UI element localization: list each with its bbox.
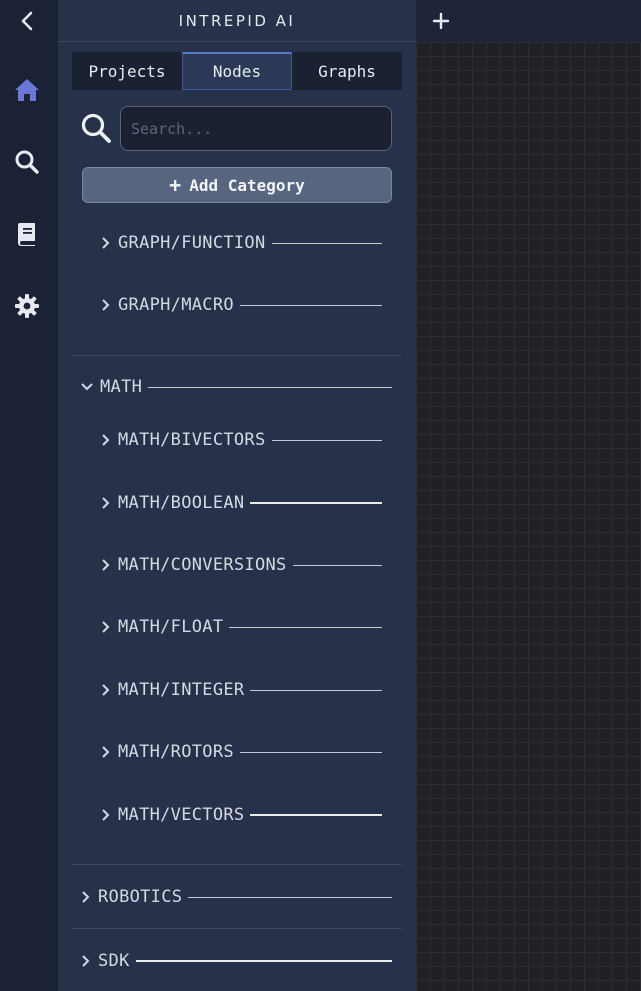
category-label: MATH: [100, 377, 143, 397]
chevron-right-icon: [82, 891, 90, 903]
divider-line: [250, 502, 382, 504]
panel-header: INTREPID AI: [58, 0, 416, 42]
section-divider: [72, 928, 402, 929]
home-button[interactable]: [11, 74, 43, 106]
category-math[interactable]: MATH: [80, 375, 392, 399]
chevron-right-icon: [102, 497, 110, 509]
tree-item-math-float[interactable]: MATH/FLOAT: [100, 615, 382, 639]
add-category-label: Add Category: [189, 175, 305, 195]
chevron-right-icon: [102, 746, 110, 758]
category-robotics[interactable]: ROBOTICS: [80, 885, 392, 909]
tree-item-math-integer[interactable]: MATH/INTEGER: [100, 678, 382, 702]
divider-line: [271, 242, 382, 244]
chevron-right-icon: [82, 955, 90, 967]
divider-line: [148, 386, 392, 388]
canvas-tab-bar: [416, 0, 641, 42]
graph-canvas[interactable]: [416, 42, 641, 991]
tree-item-label: MATH/BOOLEAN: [118, 493, 245, 513]
chevron-right-icon: [102, 237, 110, 249]
gear-icon: [15, 294, 39, 318]
divider-line: [188, 896, 392, 898]
tree-item-label: MATH/INTEGER: [118, 680, 245, 700]
tab-projects[interactable]: Projects: [72, 52, 182, 90]
section-divider: [72, 355, 402, 356]
divider-line: [229, 626, 382, 628]
chevron-right-icon: [102, 559, 110, 571]
divider-line: [250, 689, 382, 691]
chevron-right-icon: [102, 809, 110, 821]
tree-item-math-vectors[interactable]: MATH/VECTORS: [100, 803, 382, 827]
tree-item-label: MATH/CONVERSIONS: [118, 555, 287, 575]
section-divider: [72, 864, 402, 865]
search-icon: [81, 113, 111, 143]
tree-item-label: GRAPH/FUNCTION: [118, 233, 266, 253]
plus-icon: +: [169, 173, 182, 197]
docs-button[interactable]: [11, 218, 43, 250]
divider-line: [250, 814, 382, 816]
home-icon: [15, 79, 39, 101]
search-icon: [15, 150, 39, 174]
new-graph-button[interactable]: [429, 9, 453, 33]
tree-item-label: GRAPH/MACRO: [118, 295, 234, 315]
tree-item-math-bivectors[interactable]: MATH/BIVECTORS: [100, 428, 382, 452]
add-category-button[interactable]: + Add Category: [82, 167, 392, 203]
divider-line: [239, 304, 382, 306]
category-sdk[interactable]: SDK: [80, 949, 392, 973]
chevron-left-icon: [21, 11, 33, 31]
tree-item-math-boolean[interactable]: MATH/BOOLEAN: [100, 491, 382, 515]
nodes-panel: INTREPID AI Projects Nodes Graphs + Add …: [58, 0, 416, 991]
tree-item-label: MATH/FLOAT: [118, 617, 224, 637]
chevron-down-icon: [81, 383, 93, 391]
search-input[interactable]: [120, 106, 392, 151]
plus-icon: [432, 12, 450, 30]
tree-item-label: MATH/VECTORS: [118, 805, 245, 825]
settings-button[interactable]: [11, 290, 43, 322]
search-nav-button[interactable]: [11, 146, 43, 178]
chevron-right-icon: [102, 434, 110, 446]
divider-line: [292, 564, 382, 566]
tab-bar: Projects Nodes Graphs: [72, 52, 402, 90]
tree-item-math-rotors[interactable]: MATH/ROTORS: [100, 740, 382, 764]
category-label: SDK: [98, 951, 130, 971]
divider-line: [135, 960, 392, 962]
tab-nodes[interactable]: Nodes: [182, 52, 292, 90]
icon-rail: [0, 0, 58, 991]
chevron-right-icon: [102, 684, 110, 696]
collapse-button[interactable]: [11, 5, 43, 37]
app-title: INTREPID AI: [178, 11, 296, 30]
category-label: ROBOTICS: [98, 887, 183, 907]
divider-line: [239, 751, 382, 753]
tree-item-graph-macro[interactable]: GRAPH/MACRO: [100, 293, 382, 317]
chevron-right-icon: [102, 621, 110, 633]
tab-graphs[interactable]: Graphs: [292, 52, 402, 90]
tree-item-math-conversions[interactable]: MATH/CONVERSIONS: [100, 553, 382, 577]
book-icon: [18, 223, 35, 246]
tree-item-label: MATH/ROTORS: [118, 742, 234, 762]
tree-item-label: MATH/BIVECTORS: [118, 430, 266, 450]
tree-item-graph-function[interactable]: GRAPH/FUNCTION: [100, 231, 382, 255]
divider-line: [271, 439, 382, 441]
search-row: [80, 106, 392, 151]
chevron-right-icon: [102, 299, 110, 311]
